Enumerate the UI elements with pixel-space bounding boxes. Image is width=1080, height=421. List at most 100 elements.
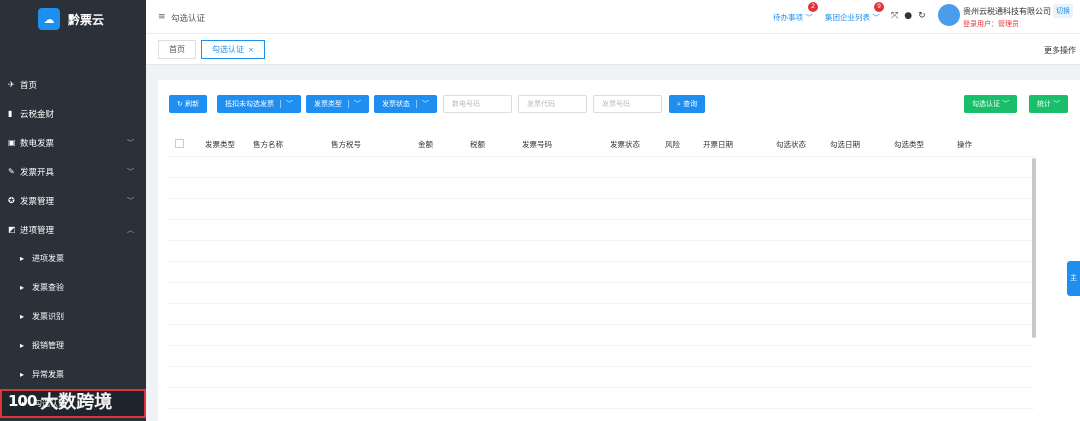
table-row <box>168 282 1034 283</box>
brand-name: 黔票云 <box>68 12 105 27</box>
table-row <box>168 261 1034 262</box>
col-check-status[interactable]: 勾选状态 <box>776 139 806 150</box>
deduct-unchecked-button[interactable]: 抵扣未勾选发票 ﹀ <box>217 95 301 113</box>
col-actions[interactable]: 操作 <box>957 139 972 150</box>
caret-right-icon: ▸ <box>20 283 25 292</box>
cloud-logo-icon: ☁ <box>38 8 60 30</box>
invoice-code-input[interactable] <box>518 95 587 113</box>
col-tax[interactable]: 税额 <box>470 139 485 150</box>
table-row <box>168 177 1034 178</box>
chevron-up-icon: ︿ <box>127 226 134 234</box>
brand[interactable]: ☁ 黔票云 <box>0 0 146 38</box>
page-title: 勾选认证 <box>171 14 206 24</box>
chevron-down-icon: ﹀ <box>1053 100 1061 108</box>
header-icons: ⤧ ● ↻ <box>891 11 926 21</box>
invoice-type-dropdown[interactable]: 发票类型 ﹀ <box>306 95 369 113</box>
invoice-number-input[interactable] <box>593 95 662 113</box>
col-check-date[interactable]: 勾选日期 <box>830 139 860 150</box>
col-amount[interactable]: 金额 <box>418 139 433 150</box>
table-row <box>168 198 1034 199</box>
table-row <box>168 408 1034 409</box>
palette-icon[interactable]: ● <box>904 11 912 21</box>
sidebar-subitem-input-invoice[interactable]: ▸ 进项发票 <box>0 244 146 273</box>
more-operations-button[interactable]: 更多操作 <box>1044 45 1076 56</box>
sidebar-menu: ✈ 首页 ▮ 云税金财 ▣ 数电发票 ﹀ ✎ 发票开具 ﹀ ✪ 发票管理 ﹀ ◩ 进项管理 ︿ ▸ 进… <box>0 70 146 418</box>
gear-icon: ✪ <box>8 196 15 205</box>
col-invoice-no[interactable]: 发票号码 <box>522 139 552 150</box>
sidebar-item-invoice-manage[interactable]: ✪ 发票管理 ﹀ <box>0 186 146 215</box>
chevron-down-icon: ﹀ <box>127 197 134 205</box>
query-button[interactable]: ⌕ 查询 <box>669 95 706 113</box>
wallet-icon: ▮ <box>8 109 13 118</box>
chevron-down-icon: ﹀ <box>127 139 134 147</box>
chevron-down-icon: ﹀ <box>416 100 429 108</box>
col-issue-date[interactable]: 开票日期 <box>703 139 733 150</box>
tab-home[interactable]: 首页 <box>158 40 196 59</box>
company-name: 贵州云税通科技有限公司 <box>963 7 1051 16</box>
check-certify-button[interactable]: 勾选认证 ﹀ <box>964 95 1018 113</box>
col-risk[interactable]: 风险 <box>665 139 680 150</box>
edit-icon: ◩ <box>8 225 16 234</box>
col-invoice-type[interactable]: 发票类型 <box>205 139 235 150</box>
sidebar-item-home[interactable]: ✈ 首页 <box>0 70 146 99</box>
top-header: ≡ 勾选认证 待办事项 ﹀ 2 集团企业列表 ﹀ 9 ⤧ ● ↻ 贵州云税通科技… <box>146 0 1080 34</box>
table-scrollbar[interactable] <box>1032 158 1036 338</box>
sidebar-item-invoice-issue[interactable]: ✎ 发票开具 ﹀ <box>0 157 146 186</box>
group-list-dropdown[interactable]: 集团企业列表 ﹀ <box>825 12 880 23</box>
main-content: ↻ 刷新 抵扣未勾选发票﹀ 发票类型﹀ 发票状态﹀ ⌕ 查询 勾选认证 ﹀ 统计… <box>158 80 1080 421</box>
invoice-status-dropdown[interactable]: 发票状态 ﹀ <box>374 95 437 113</box>
login-user: 登录用户：管理员 <box>963 20 1019 28</box>
sidebar-subitem-check-certify[interactable]: ▸ 勾选认证 <box>0 389 146 418</box>
refresh-button[interactable]: ↻ 刷新 <box>169 95 208 113</box>
chevron-down-icon: ﹀ <box>1002 100 1010 108</box>
table-row <box>168 156 1034 157</box>
todo-dropdown[interactable]: 待办事项 ﹀ <box>773 12 813 23</box>
caret-right-icon: ▸ <box>20 312 25 321</box>
col-invoice-status[interactable]: 发票状态 <box>610 139 640 150</box>
table-row <box>168 219 1034 220</box>
fullscreen-icon[interactable]: ⤧ <box>891 11 898 21</box>
caret-right-icon: ▸ <box>20 370 25 379</box>
sidebar-item-tax-finance[interactable]: ▮ 云税金财 <box>0 99 146 128</box>
tab-check-certify[interactable]: 勾选认证 × <box>201 40 265 59</box>
refresh-icon: ↻ <box>177 100 186 108</box>
col-seller-tax-no[interactable]: 售方税号 <box>331 139 361 150</box>
caret-right-icon: ▸ <box>22 399 27 408</box>
table-row <box>168 303 1034 304</box>
statistics-button[interactable]: 统计 ﹀ <box>1029 95 1069 113</box>
refresh-icon[interactable]: ↻ <box>918 11 926 21</box>
chevron-down-icon: ﹀ <box>280 100 293 108</box>
menu-toggle-icon[interactable]: ≡ <box>158 12 166 22</box>
caret-right-icon: ▸ <box>20 341 25 350</box>
close-icon[interactable]: × <box>248 46 254 54</box>
group-count-badge: 9 <box>874 2 884 12</box>
digital-number-input[interactable] <box>443 95 512 113</box>
table-row <box>168 345 1034 346</box>
chevron-down-icon: ﹀ <box>127 168 134 176</box>
chevron-down-icon: ﹀ <box>348 100 361 108</box>
tab-bar: 首页 勾选认证 × 更多操作 <box>146 34 1080 65</box>
pen-icon: ✎ <box>8 167 15 176</box>
table-row <box>168 387 1034 388</box>
side-tab[interactable]: 主 <box>1067 261 1080 296</box>
avatar[interactable] <box>938 4 960 26</box>
sidebar-item-digital-invoice[interactable]: ▣ 数电发票 ﹀ <box>0 128 146 157</box>
table-row <box>168 240 1034 241</box>
sidebar-subitem-reimbursement[interactable]: ▸ 报销管理 <box>0 331 146 360</box>
col-check-type[interactable]: 勾选类型 <box>894 139 924 150</box>
table-header: 发票类型 售方名称 售方税号 金额 税额 发票号码 发票状态 风险 开票日期 勾… <box>168 135 1038 155</box>
switch-button[interactable]: 切换 <box>1053 4 1073 18</box>
table-row <box>168 366 1034 367</box>
sidebar: ☁ 黔票云 ✈ 首页 ▮ 云税金财 ▣ 数电发票 ﹀ ✎ 发票开具 ﹀ ✪ 发票管理 ﹀ ◩ 进项… <box>0 0 146 421</box>
sidebar-subitem-invoice-verify[interactable]: ▸ 发票查验 <box>0 273 146 302</box>
sidebar-subitem-invoice-recognize[interactable]: ▸ 发票识别 <box>0 302 146 331</box>
sidebar-subitem-abnormal-invoice[interactable]: ▸ 异常发票 <box>0 360 146 389</box>
table-row <box>168 324 1034 325</box>
caret-right-icon: ▸ <box>20 254 25 263</box>
col-seller-name[interactable]: 售方名称 <box>253 139 283 150</box>
todo-count-badge: 2 <box>808 2 818 12</box>
invoice-icon: ▣ <box>8 138 16 147</box>
sidebar-item-input-manage[interactable]: ◩ 进项管理 ︿ <box>0 215 146 244</box>
home-icon: ✈ <box>8 80 15 89</box>
select-all-checkbox[interactable] <box>175 139 184 148</box>
